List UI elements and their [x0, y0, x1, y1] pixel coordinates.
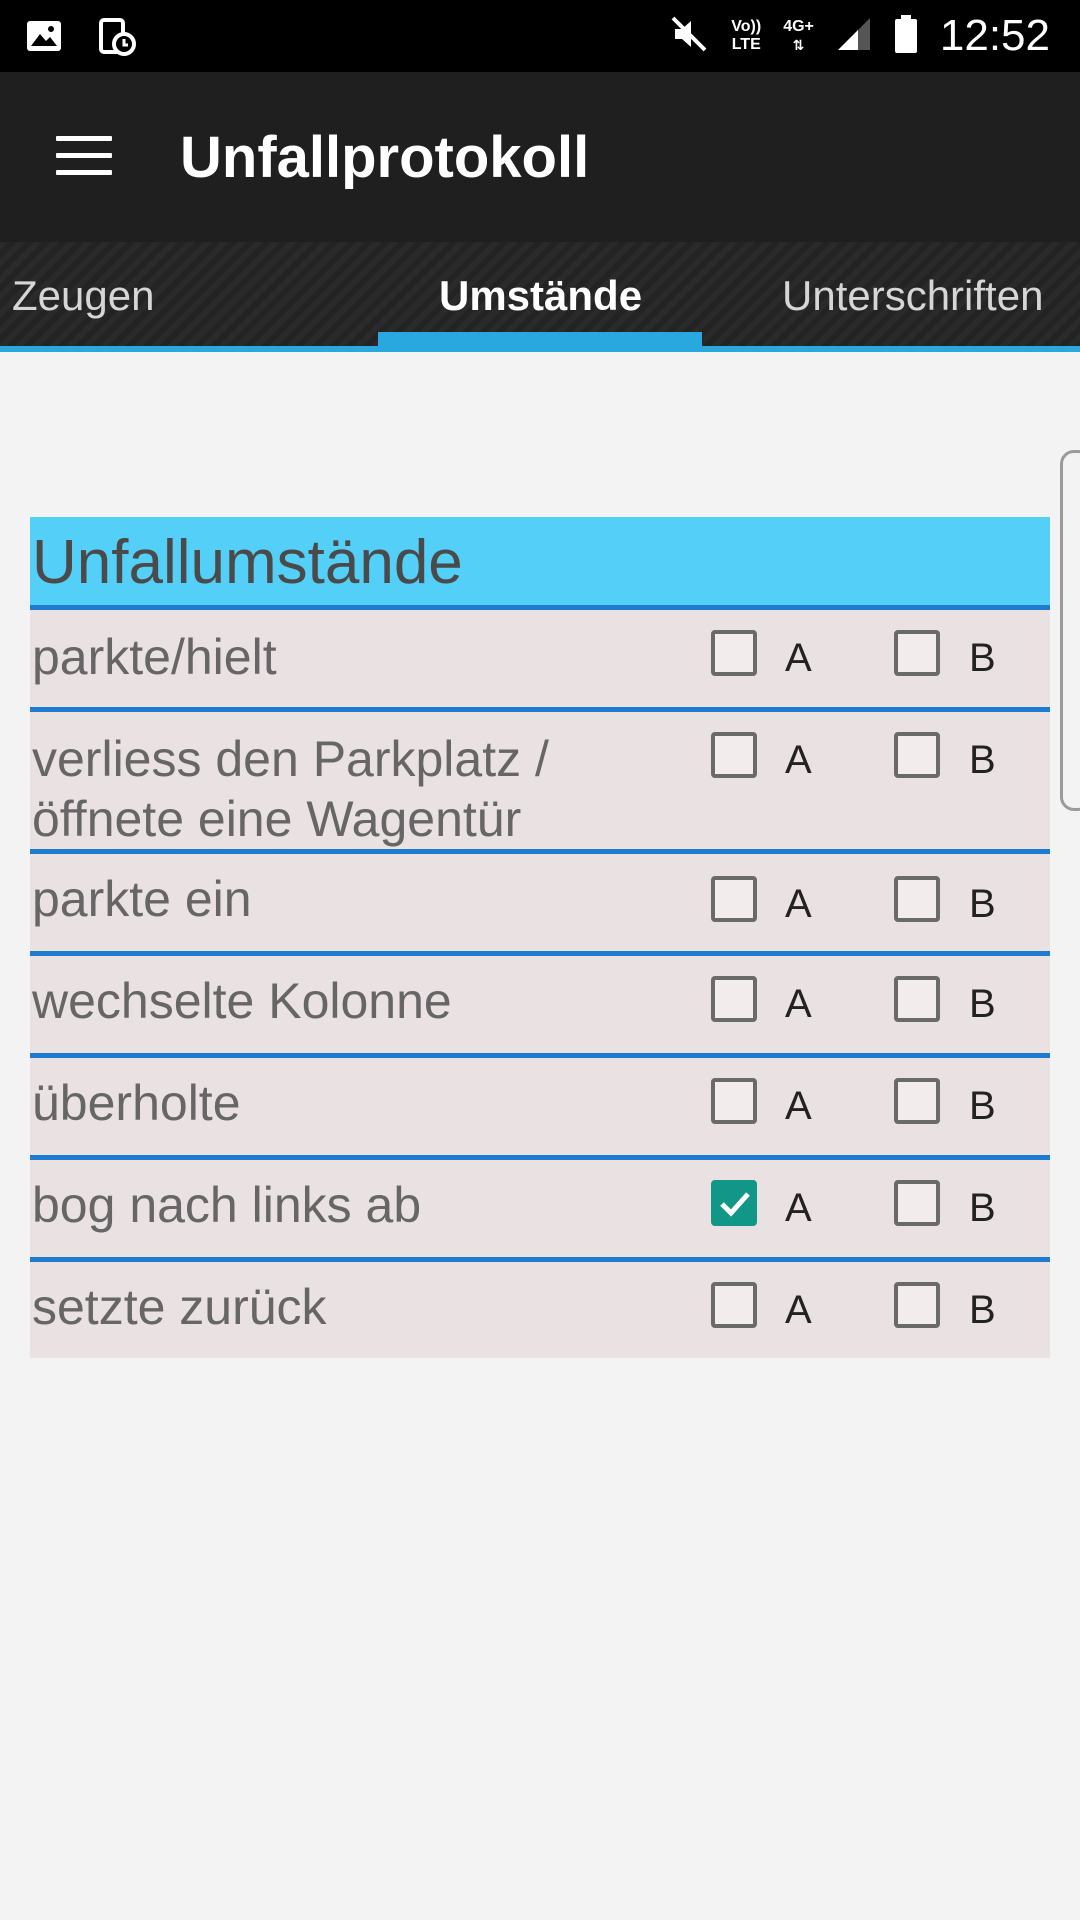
status-bar: Vo)) LTE 4G+ ⇅ 12:52 [0, 0, 1080, 72]
volte-bottom-text: LTE [731, 36, 761, 53]
option-a-label: A [785, 636, 812, 680]
option-a-label: A [785, 1186, 812, 1230]
option-a-label: A [785, 882, 812, 926]
volte-top-text: Vo)) [731, 18, 762, 35]
mute-icon [669, 14, 709, 59]
checkbox-b[interactable] [894, 1180, 940, 1226]
app-title: Unfallprotokoll [180, 125, 590, 190]
circumstance-row: parkte/hielt A B [30, 610, 1050, 712]
option-b-label: B [969, 1084, 996, 1128]
circumstance-label: setzte zurück [32, 1279, 327, 1335]
checkbox-a[interactable] [711, 1078, 757, 1124]
section-title: Unfallumstände [30, 517, 1050, 610]
app-bar: Unfallprotokoll [0, 72, 1080, 242]
signal-icon [836, 16, 872, 57]
status-time: 12:52 [939, 11, 1050, 60]
checkbox-b[interactable] [894, 876, 940, 922]
circumstance-row: setzte zurück A B [30, 1262, 1050, 1358]
option-b-label: B [969, 738, 996, 782]
option-a-label: A [785, 982, 812, 1026]
network-text: 4G+ [783, 18, 814, 35]
checkmark-icon [720, 1192, 750, 1217]
option-b-label: B [969, 982, 996, 1026]
tab-zeugen[interactable]: Zeugen [12, 272, 154, 320]
circumstance-label: parkte ein [32, 871, 252, 927]
gallery-icon [26, 18, 62, 61]
checkbox-b[interactable] [894, 732, 940, 778]
checkbox-a[interactable] [711, 732, 757, 778]
circumstance-row: bog nach links ab A B [30, 1160, 1050, 1262]
active-tab-indicator [378, 332, 702, 346]
option-b-label: B [969, 636, 996, 680]
option-b-label: B [969, 882, 996, 926]
circumstance-label-line1: verliess den Parkplatz / [32, 731, 549, 787]
checkbox-a-checked[interactable] [711, 1180, 757, 1226]
circumstances-card: Unfallumstände parkte/hielt A B verliess… [30, 517, 1050, 1358]
checkbox-b[interactable] [894, 1282, 940, 1328]
network-4g-icon: 4G+ ⇅ [783, 18, 814, 53]
circumstance-row: überholte A B [30, 1058, 1050, 1160]
circumstance-label: bog nach links ab [32, 1177, 422, 1233]
circumstance-row: verliess den Parkplatz / öffnete eine Wa… [30, 712, 1050, 854]
option-b-label: B [969, 1288, 996, 1332]
hamburger-menu-icon[interactable] [56, 136, 112, 176]
circumstance-row: parkte ein A B [30, 854, 1050, 956]
tab-unterschriften[interactable]: Unterschriften [782, 272, 1043, 320]
battery-icon [894, 14, 918, 59]
circumstance-row: wechselte Kolonne A B [30, 956, 1050, 1058]
option-a-label: A [785, 738, 812, 782]
option-b-label: B [969, 1186, 996, 1230]
option-a-label: A [785, 1288, 812, 1332]
scroll-handle[interactable] [1060, 450, 1080, 811]
circumstance-label: wechselte Kolonne [32, 973, 452, 1029]
circumstance-label: parkte/hielt [32, 629, 277, 685]
circumstance-label: überholte [32, 1075, 241, 1131]
checkbox-a[interactable] [711, 630, 757, 676]
checkbox-a[interactable] [711, 876, 757, 922]
checkbox-b[interactable] [894, 630, 940, 676]
tab-bar: Zeugen Umstände Unterschriften [0, 242, 1080, 352]
volte-icon: Vo)) LTE [731, 18, 761, 54]
checkbox-a[interactable] [711, 1282, 757, 1328]
checkbox-a[interactable] [711, 976, 757, 1022]
screenshot-icon [98, 18, 136, 61]
tab-umstaende[interactable]: Umstände [439, 272, 642, 320]
option-a-label: A [785, 1084, 812, 1128]
circumstance-label-line2: öffnete eine Wagentür [32, 791, 522, 847]
checkbox-b[interactable] [894, 976, 940, 1022]
checkbox-b[interactable] [894, 1078, 940, 1124]
